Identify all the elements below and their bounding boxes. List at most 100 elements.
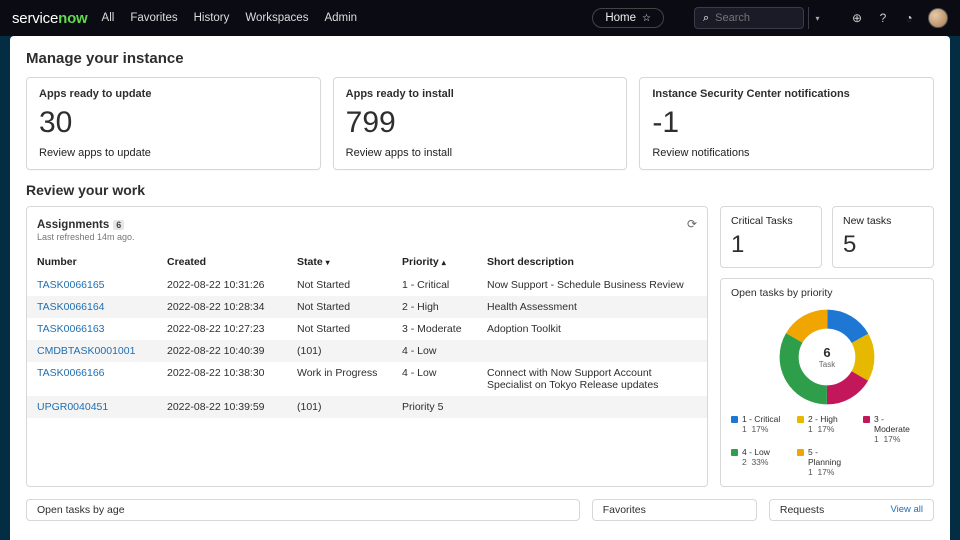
col-priority[interactable]: Priority ▴ [392,250,477,274]
cell-priority: 3 - Moderate [392,318,477,340]
legend-item[interactable]: 1 - Critical1 17% [731,415,787,444]
cell-number[interactable]: TASK0066166 [27,362,157,396]
last-refreshed: Last refreshed 14m ago. [37,232,697,242]
sort-asc-icon: ▴ [442,258,446,267]
help-icon[interactable]: ? [876,11,890,25]
card-title: Apps ready to install [346,88,615,100]
card-apps-update[interactable]: Apps ready to update 30 Review apps to u… [26,77,321,170]
assignments-title: Assignments 6 [37,219,124,231]
manage-heading: Manage your instance [26,50,934,67]
logo[interactable]: servicenow [12,10,88,27]
card-security-notifications[interactable]: Instance Security Center notifications -… [639,77,934,170]
mini-value: 1 [731,231,811,259]
swatch-icon [731,449,738,456]
bell-icon[interactable]: ◔ [902,11,916,25]
swatch-icon [797,416,804,423]
donut-center-label: Task [819,360,835,369]
table-row[interactable]: TASK00661662022-08-22 10:38:30Work in Pr… [27,362,707,396]
search-input[interactable] [715,12,775,24]
home-pill[interactable]: Home ☆ [592,8,664,28]
cell-number[interactable]: TASK0066164 [27,296,157,318]
nav-workspaces[interactable]: Workspaces [245,12,308,24]
bottom-open-by-age[interactable]: Open tasks by age [26,499,580,521]
table-row[interactable]: TASK00661642022-08-22 10:28:34Not Starte… [27,296,707,318]
view-all-link[interactable]: View all [890,504,923,515]
legend-item[interactable]: 5 - Planning1 17% [797,448,853,477]
chart-title: Open tasks by priority [731,287,923,299]
table-row[interactable]: UPGR00404512022-08-22 10:39:59(101)Prior… [27,396,707,418]
nav-all[interactable]: All [102,12,115,24]
cell-number[interactable]: TASK0066165 [27,274,157,296]
side-column: Critical Tasks 1 New tasks 5 Open tasks … [720,206,934,487]
bottom-cards: Open tasks by age Favorites RequestsView… [26,499,934,521]
col-state[interactable]: State ▾ [287,250,392,274]
legend-item[interactable]: 4 - Low2 33% [731,448,787,477]
legend-item[interactable]: 3 - Moderate1 17% [863,415,919,444]
donut-chart[interactable]: 6 Task [777,307,877,407]
donut-center-value: 6 [823,345,830,360]
review-heading: Review your work [26,182,934,198]
new-tasks-card[interactable]: New tasks 5 [832,206,934,268]
star-icon: ☆ [642,13,651,24]
card-value: -1 [652,106,921,139]
open-tasks-chart: Open tasks by priority 6 Task 1 - Critic… [720,278,934,487]
legend-item[interactable]: 2 - High1 17% [797,415,853,444]
global-search[interactable]: ⌕ [694,7,804,29]
table-row[interactable]: TASK00661652022-08-22 10:31:26Not Starte… [27,274,707,296]
col-number[interactable]: Number [27,250,157,274]
top-bar: servicenow All Favorites History Workspa… [0,0,960,36]
search-dropdown[interactable]: ▾ [808,7,826,29]
chart-legend: 1 - Critical1 17% 2 - High1 17% 3 - Modera… [731,415,923,478]
assignments-title-label: Assignments [37,219,109,231]
table-row[interactable]: CMDBTASK00010012022-08-22 10:40:39(101)4… [27,340,707,362]
cell-desc: Adoption Toolkit [477,318,707,340]
cell-created: 2022-08-22 10:27:23 [157,318,287,340]
cell-created: 2022-08-22 10:31:26 [157,274,287,296]
card-value: 30 [39,106,308,139]
cell-desc: Connect with Now Support Account Special… [477,362,707,396]
cell-state: Not Started [287,274,392,296]
nav-history[interactable]: History [194,12,230,24]
top-icon-group: ⊕ ? ◔ [850,8,948,28]
cell-number[interactable]: TASK0066163 [27,318,157,340]
table-row[interactable]: TASK00661632022-08-22 10:27:23Not Starte… [27,318,707,340]
globe-icon[interactable]: ⊕ [850,11,864,25]
mini-value: 5 [843,231,923,259]
home-label: Home [605,12,636,24]
cell-desc [477,396,707,418]
bottom-requests[interactable]: RequestsView all [769,499,934,521]
assignments-table: Number Created State ▾ Priority ▴ Short … [27,250,707,418]
primary-nav: All Favorites History Workspaces Admin [102,12,358,24]
card-title: Instance Security Center notifications [652,88,921,100]
cell-created: 2022-08-22 10:40:39 [157,340,287,362]
review-area: ⟳ Assignments 6 Last refreshed 14m ago. … [26,206,934,487]
col-created[interactable]: Created [157,250,287,274]
search-icon: ⌕ [703,12,709,25]
avatar[interactable] [928,8,948,28]
cell-state: (101) [287,340,392,362]
cell-number[interactable]: CMDBTASK0001001 [27,340,157,362]
cell-created: 2022-08-22 10:38:30 [157,362,287,396]
nav-admin[interactable]: Admin [324,12,357,24]
cell-priority: 2 - High [392,296,477,318]
refresh-icon[interactable]: ⟳ [687,217,697,231]
cell-state: Not Started [287,318,392,340]
bottom-favorites[interactable]: Favorites [592,499,757,521]
count-badge: 6 [113,220,124,230]
card-apps-install[interactable]: Apps ready to install 799 Review apps to… [333,77,628,170]
card-link: Review notifications [652,147,921,159]
cell-state: (101) [287,396,392,418]
cell-number[interactable]: UPGR0040451 [27,396,157,418]
mini-title: New tasks [843,215,923,227]
cell-priority: 4 - Low [392,362,477,396]
cell-state: Work in Progress [287,362,392,396]
nav-favorites[interactable]: Favorites [130,12,177,24]
cell-created: 2022-08-22 10:39:59 [157,396,287,418]
card-link: Review apps to update [39,147,308,159]
swatch-icon [863,416,870,423]
mini-title: Critical Tasks [731,215,811,227]
critical-tasks-card[interactable]: Critical Tasks 1 [720,206,822,268]
cell-priority: 4 - Low [392,340,477,362]
col-desc[interactable]: Short description [477,250,707,274]
logo-suffix: now [58,10,87,27]
